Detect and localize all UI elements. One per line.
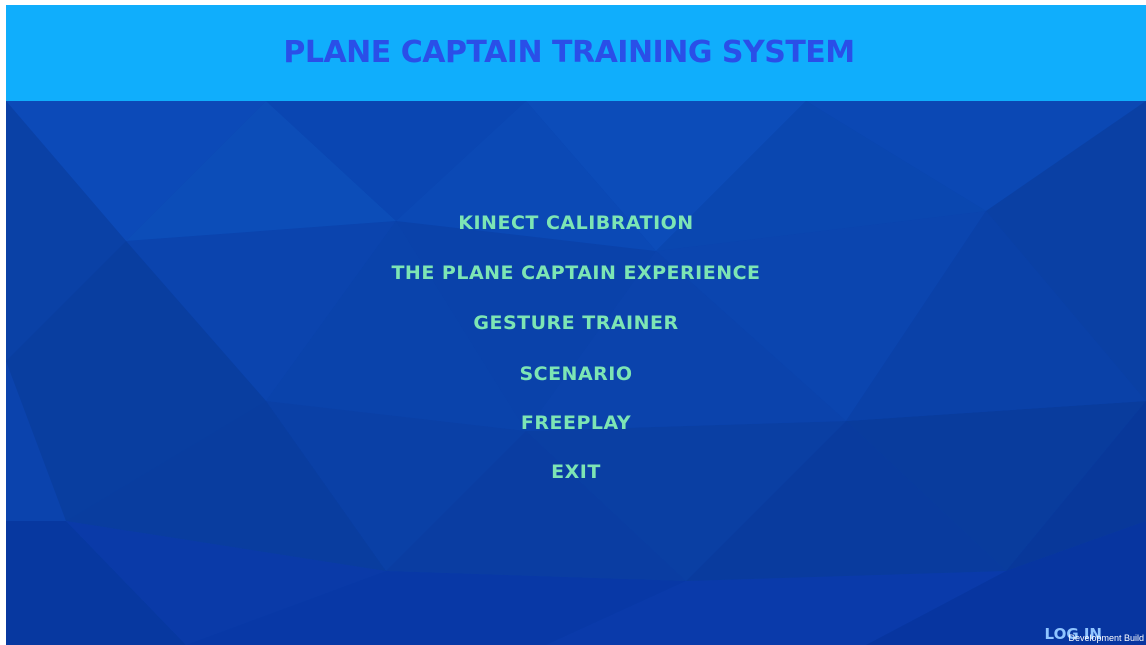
development-build-label: Development Build [1068, 633, 1144, 643]
game-screen: PLANE CAPTAIN TRAINING SYSTEM KINECT CAL… [6, 5, 1146, 645]
menu-item-gesture-trainer[interactable]: GESTURE TRAINER [6, 311, 1146, 335]
menu-item-plane-captain-experience[interactable]: THE PLANE CAPTAIN EXPERIENCE [6, 261, 1146, 285]
game-title: PLANE CAPTAIN TRAINING SYSTEM [283, 34, 855, 70]
menu-item-freeplay[interactable]: FREEPLAY [6, 411, 1146, 435]
title-bar: PLANE CAPTAIN TRAINING SYSTEM [6, 5, 1146, 101]
menu-item-scenario[interactable]: SCENARIO [6, 362, 1146, 386]
menu-item-kinect-calibration[interactable]: KINECT CALIBRATION [6, 211, 1146, 235]
menu-item-exit[interactable]: EXIT [6, 460, 1146, 484]
